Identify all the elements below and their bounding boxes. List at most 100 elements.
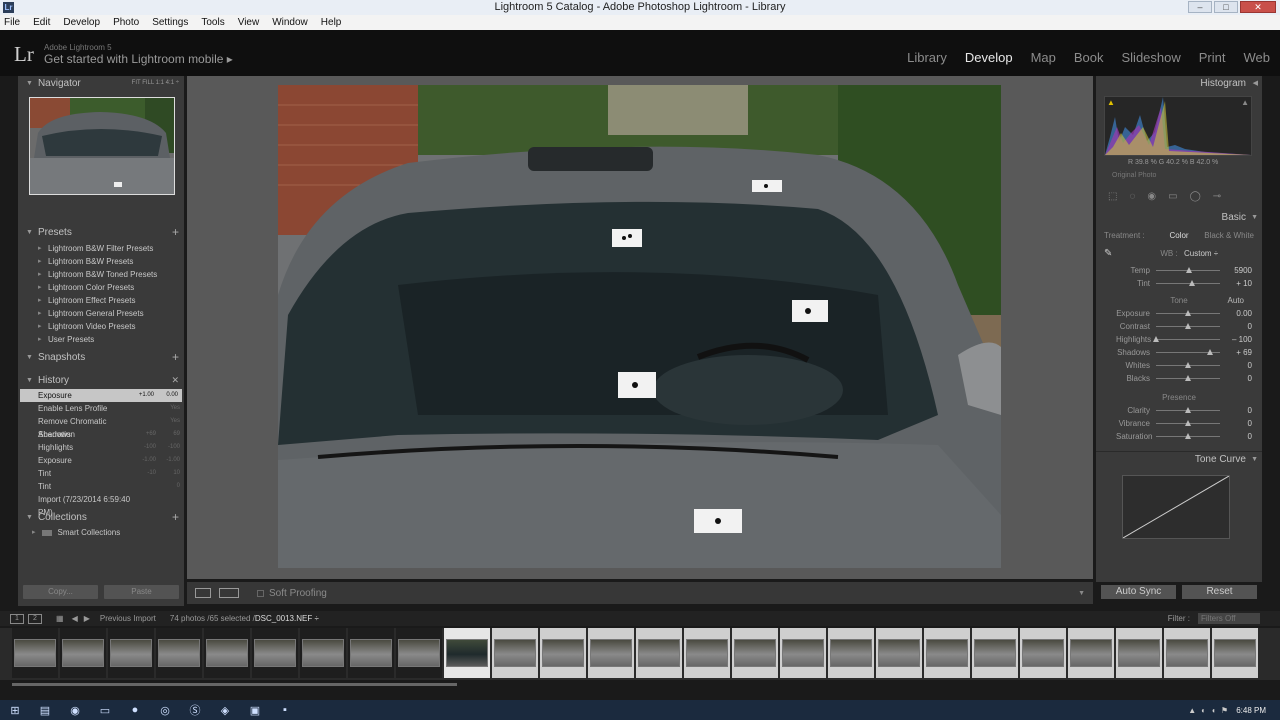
windows-start-icon[interactable]: ⊞: [0, 700, 30, 720]
filmstrip-thumbnail[interactable]: [300, 628, 346, 678]
filmstrip-scrollbar[interactable]: [12, 683, 457, 686]
wb-eyedropper-icon[interactable]: ✎: [1104, 248, 1154, 259]
filmstrip-thumbnail[interactable]: [252, 628, 298, 678]
module-map[interactable]: Map: [1031, 50, 1056, 65]
preset-folder[interactable]: Lightroom Color Presets: [18, 281, 184, 294]
slider-value[interactable]: 0: [1220, 361, 1252, 370]
slider-knob[interactable]: [1185, 420, 1191, 426]
image-viewer[interactable]: [187, 76, 1093, 579]
menu-window[interactable]: Window: [272, 17, 308, 28]
module-print[interactable]: Print: [1199, 50, 1226, 65]
slider-knob[interactable]: [1185, 362, 1191, 368]
preset-folder[interactable]: Lightroom General Presets: [18, 307, 184, 320]
filmstrip-thumbnail[interactable]: [1020, 628, 1066, 678]
tone-curve-graph[interactable]: [1122, 475, 1230, 539]
close-button[interactable]: ✕: [1240, 1, 1276, 13]
basic-header[interactable]: Basic ▼: [1096, 210, 1262, 226]
slider-value[interactable]: + 69: [1220, 348, 1252, 357]
navigator-header[interactable]: ▼ Navigator FIT FILL 1:1 4:1 ÷: [18, 76, 184, 90]
filmstrip-thumbnail[interactable]: [828, 628, 874, 678]
add-preset-icon[interactable]: +: [172, 225, 179, 239]
menu-photo[interactable]: Photo: [113, 17, 139, 28]
menu-develop[interactable]: Develop: [63, 17, 100, 28]
slider-track[interactable]: [1156, 433, 1220, 439]
filmstrip-thumbnail[interactable]: [540, 628, 586, 678]
add-snapshot-icon[interactable]: +: [172, 350, 179, 364]
slider-track[interactable]: [1156, 349, 1220, 355]
soft-proofing-checkbox[interactable]: [257, 589, 264, 597]
filmstrip-thumbnail[interactable]: [780, 628, 826, 678]
tone-curve-header[interactable]: Tone Curve ▼: [1096, 451, 1262, 467]
forward-arrow-icon[interactable]: ▶: [84, 614, 90, 623]
history-step[interactable]: Tint 0: [18, 480, 184, 493]
module-slideshow[interactable]: Slideshow: [1122, 50, 1181, 65]
slider-track[interactable]: [1156, 407, 1220, 413]
slider-value[interactable]: 5900: [1220, 266, 1252, 275]
adjustment-brush-icon[interactable]: ⊸: [1213, 191, 1221, 202]
preset-folder[interactable]: Lightroom B&W Toned Presets: [18, 268, 184, 281]
slider-knob[interactable]: [1185, 323, 1191, 329]
filmstrip-thumbnail[interactable]: [1164, 628, 1210, 678]
filmstrip-thumbnail[interactable]: [684, 628, 730, 678]
slider-value[interactable]: – 100: [1220, 335, 1252, 344]
slider-value[interactable]: 0: [1220, 419, 1252, 428]
folder-icon[interactable]: ▭: [90, 700, 120, 720]
slider-track[interactable]: [1156, 310, 1220, 316]
reset-button[interactable]: Reset: [1182, 585, 1257, 599]
clear-history-icon[interactable]: ✕: [171, 375, 179, 386]
snapshots-header[interactable]: ▼ Snapshots +: [18, 350, 184, 364]
slider-track[interactable]: [1156, 323, 1220, 329]
treatment-bw-option[interactable]: Black & White: [1204, 231, 1254, 240]
lightroom-taskbar-icon[interactable]: ▪: [270, 700, 300, 720]
slider-knob[interactable]: [1188, 280, 1195, 286]
history-step[interactable]: Import (7/23/2014 6:59:40 PM): [18, 493, 184, 517]
app-icon[interactable]: ◎: [150, 700, 180, 720]
maximize-button[interactable]: □: [1214, 1, 1238, 13]
app-icon[interactable]: ▣: [240, 700, 270, 720]
slider-knob[interactable]: [1186, 267, 1193, 273]
filmstrip-source[interactable]: Previous Import: [100, 614, 156, 623]
original-photo-checkbox[interactable]: Original Photo: [1112, 172, 1262, 179]
paste-settings-button[interactable]: Paste: [104, 585, 179, 599]
filmstrip-thumbnail[interactable]: [444, 628, 490, 678]
filmstrip-thumbnail[interactable]: [732, 628, 778, 678]
preset-folder[interactable]: Lightroom B&W Filter Presets: [18, 242, 184, 255]
slider-value[interactable]: 0: [1220, 432, 1252, 441]
slider-knob[interactable]: [1185, 433, 1191, 439]
soft-proofing-toggle[interactable]: Soft Proofing: [257, 588, 327, 599]
slider-value[interactable]: 0.00: [1220, 309, 1252, 318]
slider-track[interactable]: [1156, 420, 1220, 426]
filmstrip-filename[interactable]: DSC_0013.NEF ÷: [255, 614, 319, 623]
treatment-color-option[interactable]: Color: [1154, 231, 1204, 240]
navigator-zoom-options[interactable]: FIT FILL 1:1 4:1 ÷: [132, 80, 179, 86]
menu-file[interactable]: File: [4, 17, 20, 28]
spot-removal-icon[interactable]: ◌: [1129, 191, 1135, 202]
tray-volume-icon[interactable]: ◖: [1211, 706, 1216, 715]
red-eye-icon[interactable]: ◉: [1147, 191, 1156, 202]
menu-edit[interactable]: Edit: [33, 17, 50, 28]
module-library[interactable]: Library: [907, 50, 947, 65]
history-header[interactable]: ▼ History ✕: [18, 373, 184, 387]
graduated-filter-icon[interactable]: ▭: [1168, 191, 1177, 202]
highlight-clipping-warning-icon[interactable]: ▲: [1241, 98, 1249, 107]
minimize-button[interactable]: –: [1188, 1, 1212, 13]
menu-tools[interactable]: Tools: [201, 17, 224, 28]
tray-network-icon[interactable]: ◐: [1201, 706, 1206, 715]
slider-track[interactable]: [1156, 267, 1220, 273]
app-icon[interactable]: ◈: [210, 700, 240, 720]
filmstrip-thumbnail[interactable]: [396, 628, 442, 678]
wb-preset-select[interactable]: Custom ÷: [1184, 249, 1254, 258]
filter-select[interactable]: Filters Off: [1198, 613, 1260, 624]
loupe-view-icon[interactable]: [195, 588, 211, 598]
histogram-display[interactable]: ▲ ▲: [1104, 96, 1252, 156]
before-after-icon[interactable]: [219, 588, 239, 598]
slider-knob[interactable]: [1185, 375, 1191, 381]
grid-view-icon[interactable]: ▦: [56, 614, 64, 623]
history-step[interactable]: Tint -10 10: [18, 467, 184, 480]
back-arrow-icon[interactable]: ◀: [72, 614, 78, 623]
slider-value[interactable]: 0: [1220, 322, 1252, 331]
history-step[interactable]: Remove Chromatic Aberration Yes: [18, 415, 184, 439]
slider-value[interactable]: 0: [1220, 374, 1252, 383]
menu-settings[interactable]: Settings: [152, 17, 188, 28]
skype-icon[interactable]: Ⓢ: [180, 700, 210, 720]
